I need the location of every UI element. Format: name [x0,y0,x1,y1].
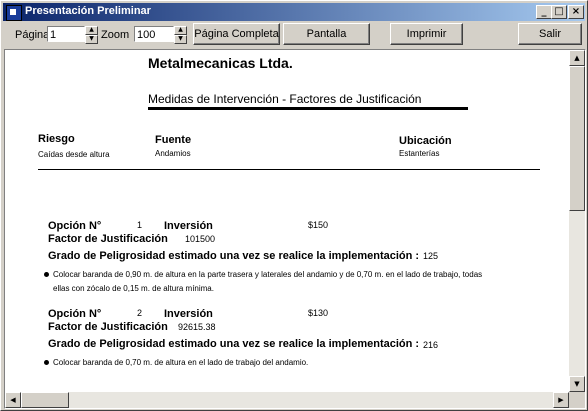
grado-label: Grado de Peligrosidad estimado una vez s… [48,250,420,262]
page-down-arrow-icon[interactable]: ▼ [85,35,98,44]
fuente-value: Andamios [155,149,191,158]
bullet-icon [44,272,49,277]
page-label: Página [15,29,50,41]
page-spinner[interactable]: ▲ ▼ [85,26,98,44]
horizontal-scroll-thumb[interactable] [21,392,69,408]
close-button[interactable]: × [568,5,584,19]
report-page: Metalmecanicas Ltda. Medidas de Interven… [5,50,569,392]
opcion-label: Opción N° [48,308,102,320]
preview-area: Metalmecanicas Ltda. Medidas de Interven… [4,49,586,409]
exit-button[interactable]: Salir [518,23,582,45]
factor-value: 92615.38 [178,322,216,332]
window-title: Presentación Preliminar [25,5,151,17]
opcion-value: 2 [137,308,143,318]
opcion-label: Opción N° [48,220,102,232]
ubicacion-header: Ubicación [399,135,452,147]
full-page-button[interactable]: Página Completa [193,23,280,45]
minimize-button[interactable]: _ [536,5,552,19]
zoom-down-arrow-icon[interactable]: ▼ [174,35,187,44]
factor-label: Factor de Justificación [48,233,168,245]
title-bar: Presentación Preliminar _ □ × [3,3,585,21]
horizontal-scrollbar[interactable]: ◀ ▶ [5,392,569,408]
grado-value: 216 [423,340,439,350]
grado-label: Grado de Peligrosidad estimado una vez s… [48,338,420,350]
page-up-arrow-icon[interactable]: ▲ [85,26,98,35]
inversion-value: $150 [308,220,329,230]
print-button[interactable]: Imprimir [390,23,463,45]
vertical-scroll-thumb[interactable] [569,66,585,211]
scroll-up-arrow-icon[interactable]: ▲ [569,50,585,66]
zoom-up-arrow-icon[interactable]: ▲ [174,26,187,35]
subtitle-underline [148,107,468,110]
measure-line: ellas con zócalo de 0,15 m. de altura mí… [53,284,214,293]
report-subtitle: Medidas de Intervención - Factores de Ju… [148,92,422,106]
opcion-value: 1 [137,220,143,230]
header-divider [38,169,540,170]
full-screen-button[interactable]: Pantalla Completa [283,23,370,60]
scroll-right-arrow-icon[interactable]: ▶ [553,392,569,408]
app-icon [6,5,22,21]
maximize-button[interactable]: □ [551,5,567,19]
inversion-label: Inversión [164,220,213,232]
page-number-input[interactable]: 1 [47,26,85,42]
inversion-value: $130 [308,308,329,318]
measure-line: Colocar baranda de 0,70 m. de altura en … [53,358,309,367]
zoom-input[interactable]: 100 [134,26,174,42]
measure-line: Colocar baranda de 0,90 m. de altura en … [53,270,483,279]
factor-label: Factor de Justificación [48,321,168,333]
zoom-spinner[interactable]: ▲ ▼ [174,26,187,44]
scroll-down-arrow-icon[interactable]: ▼ [569,376,585,392]
vertical-scrollbar[interactable]: ▲ ▼ [569,50,585,392]
preview-window: Presentación Preliminar _ □ × Página 1 ▲… [0,0,588,411]
scrollbar-corner [569,392,585,408]
company-name: Metalmecanicas Ltda. [148,55,293,71]
ubicacion-value: Estanterías [399,149,440,158]
riesgo-value: Caídas desde altura [38,150,110,159]
bullet-icon [44,360,49,365]
toolbar: Página 1 ▲ ▼ Zoom 100 ▲ ▼ Página Complet… [3,22,585,60]
riesgo-header: Riesgo [38,133,75,145]
scroll-left-arrow-icon[interactable]: ◀ [5,392,21,408]
factor-value: 101500 [185,234,216,244]
fuente-header: Fuente [155,134,192,146]
inversion-label: Inversión [164,308,213,320]
grado-value: 125 [423,251,439,261]
zoom-label: Zoom [101,29,130,41]
